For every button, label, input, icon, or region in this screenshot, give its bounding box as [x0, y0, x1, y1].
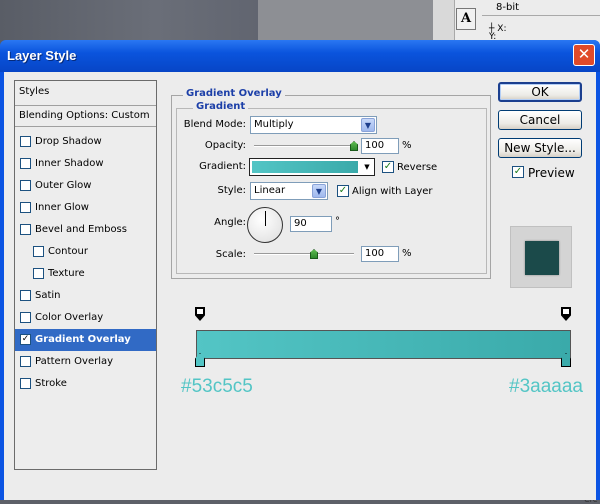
style-item-label: Pattern Overlay: [35, 356, 114, 367]
angle-unit: °: [335, 216, 340, 227]
cancel-button[interactable]: Cancel: [498, 110, 582, 130]
style-item-outer-glow[interactable]: Outer Glow: [15, 175, 156, 197]
gradient-overlay-title: Gradient Overlay: [183, 88, 285, 99]
style-item-contour[interactable]: Contour: [15, 241, 156, 263]
style-item-inner-glow[interactable]: Inner Glow: [15, 197, 156, 219]
style-item-color-overlay[interactable]: Color Overlay: [15, 307, 156, 329]
scale-input[interactable]: 100: [361, 246, 399, 262]
style-checkbox[interactable]: [20, 356, 31, 367]
align-with-layer-checkbox[interactable]: ✓: [337, 185, 349, 197]
style-select[interactable]: Linear ▼: [250, 182, 328, 200]
styles-list: Styles Blending Options: Custom Drop Sha…: [14, 80, 157, 470]
new-style-button[interactable]: New Style...: [498, 138, 582, 158]
style-item-label: Drop Shadow: [35, 136, 102, 147]
style-item-inner-shadow[interactable]: Inner Shadow: [15, 153, 156, 175]
style-item-drop-shadow[interactable]: Drop Shadow: [15, 131, 156, 153]
style-item-texture[interactable]: Texture: [15, 263, 156, 285]
reverse-label: Reverse: [397, 162, 438, 173]
angle-label: Angle:: [214, 217, 246, 228]
gradient-label: Gradient:: [199, 161, 246, 172]
style-item-label: Gradient Overlay: [35, 334, 131, 345]
align-with-layer-label: Align with Layer: [352, 186, 433, 197]
angle-dial[interactable]: [247, 207, 283, 243]
style-checkbox[interactable]: [20, 180, 31, 191]
style-value: Linear: [254, 185, 286, 196]
gradient-swatch[interactable]: [252, 161, 358, 173]
preview-swatch: [525, 241, 559, 275]
style-checkbox[interactable]: [20, 290, 31, 301]
end-color-label: #3aaaaa: [509, 376, 583, 397]
preview-label: Preview: [528, 166, 575, 180]
opacity-unit: %: [402, 140, 412, 151]
style-item-label: Satin: [35, 290, 61, 301]
chevron-down-icon: ▼: [361, 118, 375, 132]
style-item-label: Contour: [48, 246, 88, 257]
style-checkbox[interactable]: [20, 224, 31, 235]
style-label: Style:: [217, 185, 247, 196]
start-color-label: #53c5c5: [181, 376, 253, 397]
preview-box: [510, 226, 572, 288]
style-item-satin[interactable]: Satin: [15, 285, 156, 307]
angle-needle: [265, 211, 266, 226]
ok-button[interactable]: OK: [498, 82, 582, 102]
xy-readout: ┼ X: Y:: [489, 25, 507, 42]
style-item-gradient-overlay[interactable]: ✓ Gradient Overlay: [15, 329, 156, 351]
style-item-pattern-overlay[interactable]: Pattern Overlay: [15, 351, 156, 373]
style-item-label: Stroke: [35, 378, 67, 389]
scale-unit: %: [402, 248, 412, 259]
dialog-title: Layer Style: [7, 48, 77, 63]
style-item-bevel-and-emboss[interactable]: Bevel and Emboss: [15, 219, 156, 241]
style-item-stroke[interactable]: Stroke: [15, 373, 156, 395]
style-checkbox[interactable]: [20, 136, 31, 147]
panel-divider: [482, 15, 600, 16]
title-bar[interactable]: Layer Style ✕: [0, 40, 600, 72]
style-item-label: Texture: [48, 268, 85, 279]
close-button[interactable]: ✕: [573, 44, 595, 66]
gradient-bar[interactable]: [196, 330, 571, 359]
blend-mode-label: Blend Mode:: [183, 119, 246, 130]
style-item-label: Bevel and Emboss: [35, 224, 127, 235]
style-checkbox[interactable]: [20, 158, 31, 169]
reverse-checkbox[interactable]: ✓: [382, 161, 394, 173]
styles-header[interactable]: Styles: [15, 83, 156, 103]
style-checkbox[interactable]: [20, 202, 31, 213]
mode-label: 8-bit: [496, 2, 520, 13]
opacity-label: Opacity:: [204, 140, 246, 151]
style-checkbox[interactable]: [33, 268, 44, 279]
style-checkbox[interactable]: ✓: [20, 334, 31, 345]
gradient-group-title: Gradient: [193, 101, 249, 112]
caret-down-icon[interactable]: ▼: [362, 161, 372, 173]
blend-mode-select[interactable]: Multiply ▼: [250, 116, 377, 134]
gradient-picker[interactable]: ▼: [249, 158, 375, 176]
opacity-input[interactable]: 100: [361, 138, 399, 154]
opacity-slider-track[interactable]: [254, 145, 354, 147]
style-item-label: Outer Glow: [35, 180, 92, 191]
blending-options-item[interactable]: Blending Options: Custom: [15, 105, 156, 127]
style-checkbox[interactable]: [33, 246, 44, 257]
preview-checkbox[interactable]: ✓: [512, 166, 524, 178]
style-checkbox[interactable]: [20, 378, 31, 389]
chevron-down-icon: ▼: [312, 184, 326, 198]
style-item-label: Inner Shadow: [35, 158, 104, 169]
blend-mode-value: Multiply: [254, 119, 294, 130]
scale-slider-track[interactable]: [254, 253, 354, 255]
angle-input[interactable]: 90: [290, 216, 332, 232]
style-item-label: Color Overlay: [35, 312, 104, 323]
style-item-label: Inner Glow: [35, 202, 89, 213]
style-checkbox[interactable]: [20, 312, 31, 323]
scale-label: Scale:: [215, 249, 246, 260]
layer-style-dialog: Layer Style ✕ Styles Blending Options: C…: [0, 40, 600, 500]
type-tool-icon[interactable]: A: [456, 8, 476, 30]
style-items: Drop Shadow Inner Shadow Outer Glow Inner G…: [15, 131, 156, 395]
